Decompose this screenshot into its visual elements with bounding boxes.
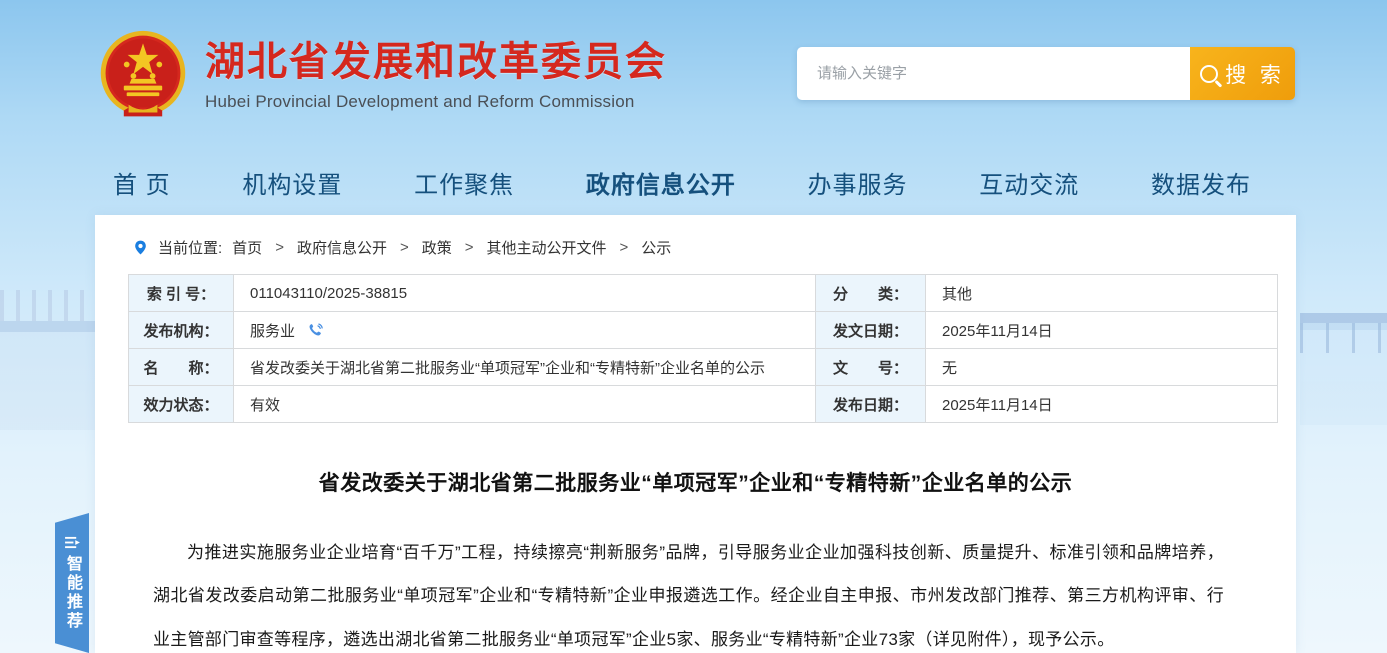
search-bar: 搜 索 [797,47,1295,100]
meta-label-index-number: 索 引 号： [129,275,234,312]
meta-value-validity-status: 有效 [234,386,816,423]
phone-contact-icon[interactable] [307,322,324,339]
meta-value-issue-date: 2025年11月14日 [926,312,1278,349]
content-panel: 当前位置: 首页 > 政府信息公开 > 政策 > 其他主动公开文件 > 公示 索… [95,215,1296,653]
breadcrumb-separator: > [620,239,629,256]
site-subtitle: Hubei Provincial Development and Reform … [205,92,667,112]
breadcrumb-separator: > [275,239,284,256]
site-header: 湖北省发展和改革委员会 Hubei Provincial Development… [95,28,667,124]
meta-value-publish-date: 2025年11月14日 [926,386,1278,423]
main-nav: 首 页 机构设置 工作聚焦 政府信息公开 办事服务 互动交流 数据发布 [95,165,1296,200]
meta-value-title: 省发改委关于湖北省第二批服务业“单项冠军”企业和“专精特新”企业名单的公示 [234,349,816,386]
smart-recommend-ribbon[interactable]: 智能推荐 [55,513,89,653]
issuing-agency-text: 服务业 [250,323,295,340]
meta-label-doc-number: 文 号： [816,349,926,386]
nav-item-services[interactable]: 办事服务 [808,165,908,200]
nav-item-home[interactable]: 首 页 [113,165,171,200]
table-row: 名 称： 省发改委关于湖北省第二批服务业“单项冠军”企业和“专精特新”企业名单的… [129,349,1278,386]
meta-value-doc-number: 无 [926,349,1278,386]
meta-label-issuing-agency: 发布机构： [129,312,234,349]
meta-value-issuing-agency: 服务业 [234,312,816,349]
national-emblem-logo [95,28,191,124]
breadcrumb-prefix: 当前位置: [158,237,222,258]
site-title: 湖北省发展和改革委员会 [205,40,667,84]
meta-label-publish-date: 发布日期： [816,386,926,423]
background-bridge-right [1300,255,1387,425]
meta-value-category: 其他 [926,275,1278,312]
nav-item-organization[interactable]: 机构设置 [242,165,342,200]
meta-label-validity-status: 效力状态： [129,386,234,423]
search-button-label: 搜 索 [1225,59,1285,89]
nav-item-data-release[interactable]: 数据发布 [1151,165,1251,200]
site-title-block: 湖北省发展和改革委员会 Hubei Provincial Development… [205,40,667,112]
meta-label-category: 分 类： [816,275,926,312]
breadcrumb-other-public-files[interactable]: 其他主动公开文件 [487,237,607,258]
meta-label-title: 名 称： [129,349,234,386]
breadcrumb-home[interactable]: 首页 [232,237,262,258]
breadcrumb-policy[interactable]: 政策 [422,237,452,258]
article-body-paragraph: 为推进实施服务业企业培育“百千万”工程，持续擦亮“荆新服务”品牌，引导服务业企业… [153,531,1224,653]
smart-recommend-label: 智能推荐 [60,555,84,631]
document-meta-table: 索 引 号： 011043110/2025-38815 分 类： 其他 发布机构… [128,274,1278,423]
list-arrow-icon [65,536,80,549]
breadcrumb-public-notice[interactable]: 公示 [641,237,671,258]
search-icon [1200,65,1218,83]
location-pin-icon [133,240,148,255]
breadcrumb-gov-info[interactable]: 政府信息公开 [297,237,387,258]
meta-value-index-number: 011043110/2025-38815 [234,275,816,312]
article-title: 省发改委关于湖北省第二批服务业“单项冠军”企业和“专精特新”企业名单的公示 [95,467,1296,497]
breadcrumb: 当前位置: 首页 > 政府信息公开 > 政策 > 其他主动公开文件 > 公示 [95,215,1296,258]
search-button[interactable]: 搜 索 [1190,47,1295,100]
nav-item-work-focus[interactable]: 工作聚焦 [414,165,514,200]
breadcrumb-separator: > [465,239,474,256]
table-row: 发布机构： 服务业 发文日期： 2025年11月14日 [129,312,1278,349]
search-input[interactable] [797,47,1190,100]
meta-label-issue-date: 发文日期： [816,312,926,349]
breadcrumb-separator: > [400,239,409,256]
nav-item-gov-info-disclosure[interactable]: 政府信息公开 [586,165,736,200]
table-row: 索 引 号： 011043110/2025-38815 分 类： 其他 [129,275,1278,312]
table-row: 效力状态： 有效 发布日期： 2025年11月14日 [129,386,1278,423]
nav-item-interaction[interactable]: 互动交流 [979,165,1079,200]
background-city-left [0,290,95,430]
